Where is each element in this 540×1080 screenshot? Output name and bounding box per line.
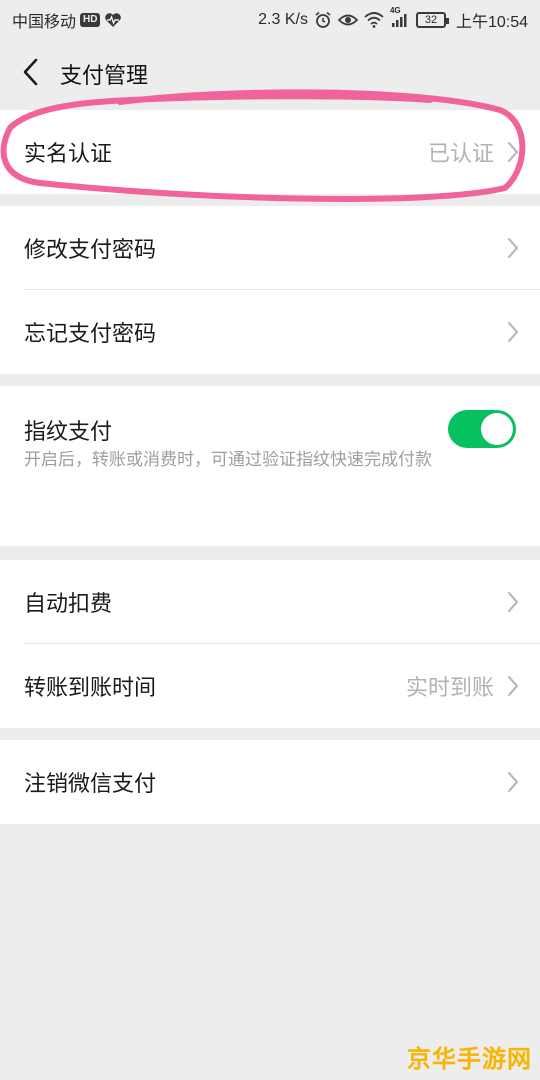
network-speed: 2.3 K/s bbox=[258, 11, 308, 28]
status-bar: 中国移动 HD 2.3 K/s 4G 32 上午10:54 bbox=[0, 0, 540, 38]
password-group: 修改支付密码 忘记支付密码 bbox=[0, 206, 540, 374]
chevron-left-icon bbox=[23, 58, 38, 86]
clock: 上午10:54 bbox=[455, 14, 528, 31]
nav-bar: 支付管理 bbox=[0, 38, 540, 108]
heartbeat-icon bbox=[104, 12, 122, 28]
transfer-time-label: 转账到账时间 bbox=[24, 676, 157, 701]
watermark-logo: 京华手游网 bbox=[407, 1045, 532, 1073]
page-title: 支付管理 bbox=[60, 64, 149, 89]
fingerprint-toggle[interactable] bbox=[448, 410, 516, 448]
auto-deduct-row[interactable]: 自动扣费 bbox=[0, 560, 540, 644]
realname-row[interactable]: 实名认证 已认证 bbox=[0, 110, 540, 194]
eye-icon bbox=[337, 12, 358, 28]
fingerprint-group: 指纹支付 开启后，转账或消费时，可通过验证指纹快速完成付款 bbox=[0, 386, 540, 546]
auto-deduct-label: 自动扣费 bbox=[24, 592, 113, 617]
network-type: 4G bbox=[389, 6, 401, 15]
cancel-pay-label: 注销微信支付 bbox=[24, 772, 157, 797]
forgot-password-row[interactable]: 忘记支付密码 bbox=[0, 290, 540, 374]
cancel-group: 注销微信支付 bbox=[0, 740, 540, 824]
battery-icon: 32 bbox=[415, 12, 449, 28]
chevron-right-icon bbox=[508, 676, 519, 696]
chevron-right-icon bbox=[508, 238, 519, 258]
chevron-right-icon bbox=[508, 322, 519, 342]
alarm-icon bbox=[314, 11, 332, 29]
chevron-right-icon bbox=[508, 142, 519, 162]
fingerprint-description: 开启后，转账或消费时，可通过验证指纹快速完成付款 bbox=[24, 450, 432, 470]
chevron-right-icon bbox=[508, 592, 519, 612]
hd-icon: HD bbox=[80, 13, 101, 27]
wifi-icon bbox=[364, 12, 384, 28]
forgot-password-label: 忘记支付密码 bbox=[24, 322, 157, 347]
chevron-right-icon bbox=[508, 772, 519, 792]
change-password-label: 修改支付密码 bbox=[24, 238, 157, 263]
payment-settings-group: 自动扣费 转账到账时间 实时到账 bbox=[0, 560, 540, 728]
toggle-knob bbox=[481, 413, 513, 445]
realname-group: 实名认证 已认证 bbox=[0, 110, 540, 194]
transfer-time-value: 实时到账 bbox=[405, 676, 494, 701]
change-password-row[interactable]: 修改支付密码 bbox=[0, 206, 540, 290]
cancel-pay-row[interactable]: 注销微信支付 bbox=[0, 740, 540, 824]
fingerprint-label: 指纹支付 bbox=[24, 420, 113, 445]
signal-icon: 4G bbox=[390, 6, 410, 28]
realname-status: 已认证 bbox=[427, 142, 494, 167]
carrier-label: 中国移动 bbox=[12, 14, 77, 31]
transfer-time-row[interactable]: 转账到账时间 实时到账 bbox=[0, 644, 540, 728]
back-button[interactable] bbox=[10, 52, 50, 92]
realname-label: 实名认证 bbox=[24, 142, 113, 167]
